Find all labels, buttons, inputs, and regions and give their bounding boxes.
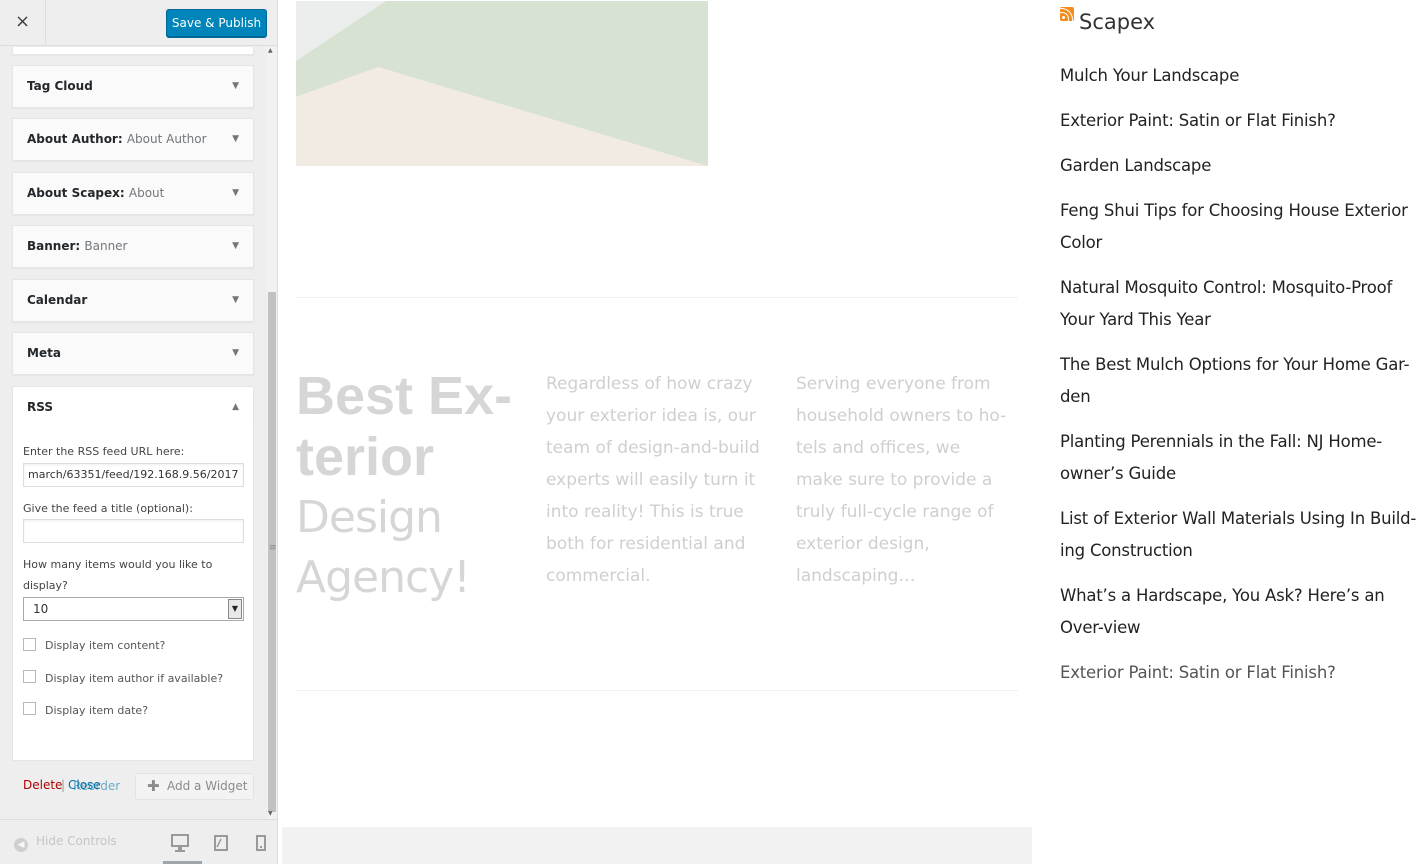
items-count-select[interactable]: 10 ▼ <box>23 597 244 621</box>
tablet-icon[interactable] <box>211 833 235 857</box>
hide-controls-label: Hide Controls <box>36 834 117 848</box>
reorder-link[interactable]: Reorder <box>73 779 120 793</box>
display-date-checkbox[interactable] <box>23 702 36 715</box>
feed-title-input[interactable] <box>23 519 244 543</box>
section-divider <box>296 690 1018 691</box>
customizer-footer: ◀ Hide Controls <box>0 819 277 864</box>
rss-url-value: 192.168.9.56/2017/march/63351/feed <box>28 468 239 481</box>
expand-arrow-icon[interactable]: ▼ <box>232 173 239 214</box>
customizer-sidebar: × Save & Publish Tag Cloud ▼ About Autho… <box>0 0 278 864</box>
heading-light-line-2: Agency! <box>296 552 471 603</box>
desktop-icon[interactable] <box>170 833 194 857</box>
display-content-label: Display item content? <box>45 639 166 652</box>
expand-arrow-icon[interactable]: ▼ <box>232 226 239 267</box>
widget-about-scapex[interactable]: About Scapex: About ▼ <box>12 172 254 215</box>
display-author-checkbox[interactable] <box>23 670 36 683</box>
about-heading: Best Ex- terior Design Agency! <box>296 366 526 608</box>
widget-title: Calendar <box>27 293 88 307</box>
hide-controls-button[interactable]: ◀ Hide Controls <box>14 834 117 852</box>
scroll-up-icon[interactable]: ▲ <box>268 47 273 54</box>
items-count-label: How many items would you like to <box>23 558 213 571</box>
widget-meta[interactable]: Meta ▼ <box>12 332 254 375</box>
scroll-down-icon[interactable]: ▼ <box>268 810 273 817</box>
site-preview: Best Ex- terior Design Agency! Regardles… <box>278 0 1419 864</box>
collapse-arrow-icon[interactable]: ▲ <box>232 387 239 428</box>
rss-widget-title[interactable]: Scapex <box>1060 7 1155 34</box>
rss-item-link[interactable]: What’s a Hardscape, You Ask? Here’s an O… <box>1060 580 1419 644</box>
widget-title: Banner: Banner <box>27 239 128 253</box>
display-content-checkbox[interactable] <box>23 638 36 651</box>
rss-item-link[interactable]: Natural Mosquito Control: Mosquito-Proof… <box>1060 272 1419 336</box>
widget-calendar[interactable]: Calendar ▼ <box>12 279 254 322</box>
link-separator: | <box>61 778 66 792</box>
rss-widget-form: Enter the RSS feed URL here: 192.168.9.5… <box>12 427 254 792</box>
widget-title: About Scapex: About <box>27 186 165 200</box>
widget-tag-cloud[interactable]: Tag Cloud ▼ <box>12 65 254 108</box>
widget-about-author[interactable]: About Author: About Author ▼ <box>12 118 254 161</box>
widget-title: Tag Cloud <box>27 79 93 93</box>
rss-feed-icon[interactable] <box>1060 7 1074 21</box>
close-icon: × <box>14 11 31 32</box>
rss-item-link[interactable]: Planting Perennials in the Fall: NJ Home… <box>1060 426 1419 490</box>
about-text-column-1: Regardless of how crazy your exterior id… <box>546 374 760 586</box>
add-widget-button[interactable]: ✚ Add a Widget <box>135 773 254 800</box>
expand-arrow-icon[interactable]: ▼ <box>232 119 239 160</box>
heading-bold-line-2: terior <box>296 427 435 487</box>
items-count-value: 10 <box>33 602 49 616</box>
customizer-header: × Save & Publish <box>0 0 277 46</box>
select-arrow-icon[interactable]: ▼ <box>228 599 242 619</box>
resize-handle-icon[interactable]: ≡ <box>269 544 277 553</box>
rss-item-link[interactable]: Garden Landscape <box>1060 150 1419 182</box>
expand-arrow-icon[interactable]: ▼ <box>232 66 239 107</box>
heading-bold-line-1: Best Ex- <box>296 366 513 426</box>
plus-icon: ✚ <box>147 777 160 795</box>
feed-title-label: Give the feed a title (optional): <box>23 502 193 515</box>
section-divider <box>296 297 1018 298</box>
widget-partial <box>12 47 254 55</box>
widget-list: Tag Cloud ▼ About Author: About Author ▼… <box>0 47 266 819</box>
landscape-image <box>296 1 708 166</box>
heading-light-line-1: Design <box>296 492 443 543</box>
collapse-arrow-icon: ◀ <box>14 838 28 852</box>
footer-bar <box>282 827 1032 864</box>
rss-item-link[interactable]: Mulch Your Landscape <box>1060 60 1419 92</box>
save-publish-button[interactable]: Save & Publish <box>166 9 267 37</box>
rss-item-link[interactable]: List of Exterior Wall Materials Using In… <box>1060 503 1419 567</box>
rss-url-input[interactable]: 192.168.9.56/2017/march/63351/feed <box>23 463 244 487</box>
widget-title: Meta <box>27 346 61 360</box>
rss-item-link[interactable]: Exterior Paint: Satin or Flat Finish? <box>1060 657 1419 689</box>
widget-banner[interactable]: Banner: Banner ▼ <box>12 225 254 268</box>
delete-widget-link[interactable]: Delete <box>23 778 62 792</box>
rss-item-link[interactable]: Exterior Paint: Satin or Flat Finish? <box>1060 105 1419 137</box>
rss-item-link[interactable]: The Best Mulch Options for Your Home Gar… <box>1060 349 1419 413</box>
add-widget-label: Add a Widget <box>167 779 248 793</box>
widget-rss[interactable]: RSS ▲ <box>12 386 254 429</box>
rss-item-link[interactable]: Feng Shui Tips for Choosing House Exteri… <box>1060 195 1419 259</box>
widget-title: About Author: About Author <box>27 132 207 146</box>
close-customizer-button[interactable]: × <box>0 0 46 46</box>
mobile-icon[interactable] <box>250 833 274 857</box>
rss-item-list: Mulch Your Landscape Exterior Paint: Sat… <box>1060 60 1419 702</box>
about-text-column-2: Serving everyone from household owners t… <box>796 374 1007 586</box>
widget-title: RSS <box>27 400 53 414</box>
items-count-label-2: display? <box>23 579 68 592</box>
rss-url-label: Enter the RSS feed URL here: <box>23 445 185 458</box>
expand-arrow-icon[interactable]: ▼ <box>232 333 239 374</box>
display-author-label: Display item author if available? <box>45 672 224 685</box>
expand-arrow-icon[interactable]: ▼ <box>232 280 239 321</box>
sidebar-scrollbar[interactable]: ▲ ▼ <box>267 47 277 819</box>
display-date-label: Display item date? <box>45 704 149 717</box>
